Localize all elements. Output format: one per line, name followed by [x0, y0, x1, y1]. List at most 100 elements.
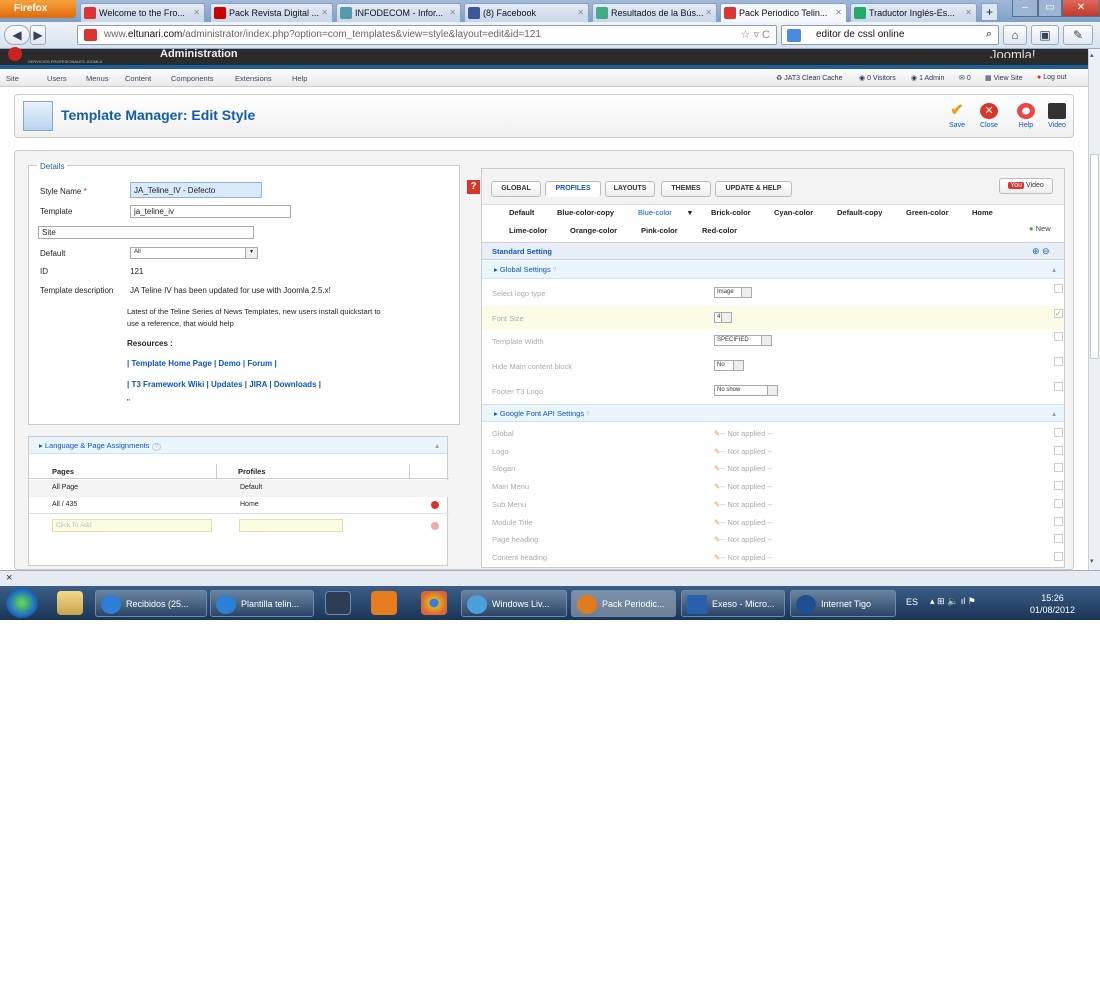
- setting-select[interactable]: Image: [714, 287, 752, 298]
- setting-select[interactable]: 4: [714, 312, 732, 323]
- setting-select[interactable]: SPECIFIED: [714, 335, 772, 346]
- add-row-icon[interactable]: [431, 522, 439, 530]
- close-window-button[interactable]: ✕: [1062, 0, 1100, 17]
- tab-close-icon[interactable]: ✕: [965, 8, 972, 17]
- menu-help[interactable]: Help: [292, 74, 307, 83]
- vertical-scrollbar[interactable]: ▴ ▾: [1088, 49, 1100, 570]
- override-checkbox[interactable]: [1054, 463, 1063, 473]
- override-checkbox[interactable]: [1054, 332, 1063, 341]
- template-input[interactable]: ja_teline_iv: [130, 205, 291, 218]
- vlc-icon[interactable]: [371, 591, 397, 615]
- override-checkbox[interactable]: [1054, 445, 1063, 455]
- override-checkbox[interactable]: [1054, 551, 1063, 561]
- font-not-applied[interactable]: ✎-- Not applied --: [714, 518, 772, 527]
- font-not-applied[interactable]: ✎-- Not applied --: [714, 464, 772, 473]
- tab-close-icon[interactable]: ✕: [321, 8, 328, 17]
- font-not-applied[interactable]: ✎-- Not applied --: [714, 482, 772, 491]
- browser-tab[interactable]: (8) Facebook ✕: [464, 3, 589, 22]
- override-checkbox[interactable]: [1054, 534, 1063, 544]
- chrome-icon[interactable]: [421, 591, 447, 615]
- default-select[interactable]: All ▾: [130, 247, 258, 259]
- help-question-icon[interactable]: ?: [467, 180, 480, 194]
- firefox-menu-button[interactable]: Firefox: [0, 0, 76, 18]
- profile-cyan-color[interactable]: Cyan-color: [774, 208, 813, 217]
- clean-cache-link[interactable]: ♻ JAT3 Clean Cache: [776, 74, 842, 82]
- taskbar-app-word[interactable]: Exeso - Micro...: [681, 590, 785, 617]
- save-button[interactable]: ✔ Save: [943, 103, 971, 130]
- search-magnifier-icon[interactable]: ⌕: [986, 28, 992, 41]
- start-button[interactable]: [6, 588, 38, 618]
- browser-tab[interactable]: INFODECOM - Infor... ✕: [336, 3, 461, 22]
- search-engine-icon[interactable]: [787, 29, 801, 42]
- url-bar[interactable]: www.eltunari.com/administrator/index.php…: [77, 25, 777, 45]
- setting-select[interactable]: No: [714, 360, 744, 371]
- profile-pink-color[interactable]: Pink-color: [641, 226, 678, 235]
- taskbar-app-firefox[interactable]: Pack Periodic...: [571, 590, 676, 617]
- media-icon[interactable]: [325, 591, 351, 615]
- tab-close-icon[interactable]: ✕: [449, 8, 456, 17]
- browser-tab[interactable]: Resultados de la Bús... ✕: [592, 3, 717, 22]
- browser-tab[interactable]: Pack Revista Digital ... ✕: [210, 3, 333, 22]
- menu-components[interactable]: Components: [171, 74, 214, 83]
- resource-links-1[interactable]: | Template Home Page | Demo | Forum |: [127, 359, 277, 368]
- font-not-applied[interactable]: ✎-- Not applied --: [714, 429, 772, 438]
- profile-brick-color[interactable]: Brick-color: [711, 208, 751, 217]
- collapse-icon[interactable]: ▴: [435, 441, 439, 450]
- font-not-applied[interactable]: ✎-- Not applied --: [714, 500, 772, 509]
- browser-tab[interactable]: Welcome to the Fro... ✕: [80, 3, 205, 22]
- profile-default-copy[interactable]: Default-copy: [837, 208, 882, 217]
- bookmark-star-icon[interactable]: ☆ ▿ C: [741, 28, 770, 41]
- help-button[interactable]: Help: [1012, 103, 1040, 129]
- remove-row-icon[interactable]: [431, 501, 439, 509]
- override-checkbox[interactable]: [1054, 382, 1063, 391]
- logout-link[interactable]: ● Log out: [1037, 74, 1067, 81]
- font-not-applied[interactable]: ✎-- Not applied --: [714, 535, 772, 544]
- taskbar-app-windows-live[interactable]: Windows Liv...: [461, 590, 567, 617]
- tab-global[interactable]: GLOBAL: [491, 181, 541, 197]
- resource-links-2[interactable]: | T3 Framework Wiki | Updates | JIRA | D…: [127, 380, 321, 389]
- taskbar-app-internet-tigo[interactable]: Internet Tigo: [790, 590, 896, 617]
- override-checkbox[interactable]: [1054, 481, 1063, 491]
- scrollbar-thumb[interactable]: [1090, 154, 1099, 359]
- browser-tab[interactable]: Traductor Inglés-Es... ✕: [850, 3, 977, 22]
- add-profile-input[interactable]: [239, 519, 343, 532]
- taskbar-app-ie-template[interactable]: Plantilla telin...: [210, 590, 314, 617]
- forward-button[interactable]: ▶: [30, 25, 46, 45]
- profile-green-color[interactable]: Green-color: [906, 208, 949, 217]
- override-checkbox[interactable]: [1054, 428, 1063, 437]
- override-checkbox[interactable]: [1054, 357, 1063, 366]
- back-button[interactable]: ◀: [4, 25, 30, 45]
- tab-profiles[interactable]: PROFILES: [545, 181, 601, 197]
- style-name-input[interactable]: JA_Teline_IV - Defecto: [130, 182, 262, 198]
- search-bar[interactable]: editor de cssl online ⌕: [781, 25, 999, 45]
- close-findbar-icon[interactable]: ×: [6, 572, 12, 584]
- addon-button[interactable]: ▣: [1031, 25, 1059, 45]
- new-profile-button[interactable]: ● New: [1029, 224, 1051, 233]
- assignments-header[interactable]: ▸ Language & Page Assignments ? ▴: [29, 437, 447, 454]
- profile-blue-color-copy[interactable]: Blue-color-copy: [557, 208, 614, 217]
- video-tab-button[interactable]: You Video: [999, 178, 1053, 194]
- home-button[interactable]: ⌂: [1003, 25, 1027, 45]
- override-checkbox[interactable]: ✓: [1054, 309, 1063, 318]
- close-button[interactable]: ✕ Close: [975, 103, 1003, 129]
- tab-layouts[interactable]: LAYOUTS: [605, 181, 655, 197]
- expand-icon[interactable]: ⊕ ⊖: [1032, 246, 1050, 257]
- menu-content[interactable]: Content: [125, 74, 151, 83]
- add-page-input[interactable]: Click To Add: [52, 519, 212, 532]
- tab-close-icon[interactable]: ✕: [193, 8, 200, 17]
- explorer-icon[interactable]: [57, 591, 83, 615]
- client-input[interactable]: Site: [38, 226, 254, 239]
- menu-users[interactable]: Users: [47, 74, 67, 83]
- view-site-link[interactable]: ▦ View Site: [985, 74, 1023, 82]
- profile-blue-color[interactable]: Blue-color: [638, 208, 672, 217]
- tab-close-icon[interactable]: ✕: [577, 8, 584, 17]
- setting-select[interactable]: No show: [714, 385, 778, 396]
- profile-red-color[interactable]: Red-color: [702, 226, 737, 235]
- maximize-button[interactable]: ▭: [1038, 0, 1062, 17]
- profile-home[interactable]: Home: [972, 208, 993, 217]
- font-not-applied[interactable]: ✎-- Not applied --: [714, 553, 772, 562]
- tab-close-icon[interactable]: ✕: [705, 8, 712, 17]
- override-checkbox[interactable]: [1054, 498, 1063, 508]
- profile-lime-color[interactable]: Lime-color: [509, 226, 547, 235]
- language-indicator[interactable]: ES: [906, 597, 918, 607]
